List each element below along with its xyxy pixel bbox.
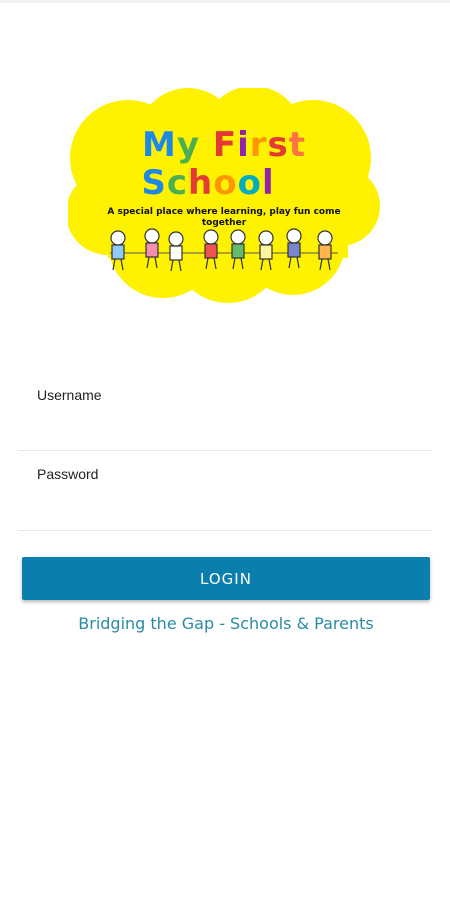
username-input[interactable] — [37, 412, 431, 444]
logo-letter-M: M — [142, 125, 177, 165]
logo-title-line2: School — [141, 163, 274, 203]
password-label: Password — [37, 466, 99, 482]
password-field-group: Password — [18, 460, 432, 531]
logo-letter-i: i — [237, 125, 250, 165]
logo-letter-t: t — [289, 125, 306, 165]
logo-letter-r: r — [250, 125, 268, 165]
logo-letter-y: y — [177, 125, 200, 165]
logo-title-line1: My First — [142, 125, 306, 165]
status-bar-strip — [0, 0, 450, 3]
login-button[interactable]: LOGIN — [22, 557, 430, 600]
logo-subtitle-line1: A special place where learning, play fun… — [107, 207, 340, 217]
username-field-group: Username — [18, 380, 432, 451]
logo-letter-F: F — [213, 125, 237, 165]
password-input[interactable] — [37, 491, 431, 523]
username-label: Username — [37, 387, 102, 403]
logo-letter-s: s — [268, 125, 289, 165]
school-logo: My First School A special place where le… — [68, 88, 380, 303]
logo-subtitle-line2: together — [202, 218, 247, 228]
tagline: Bridging the Gap - Schools & Parents — [78, 614, 374, 633]
